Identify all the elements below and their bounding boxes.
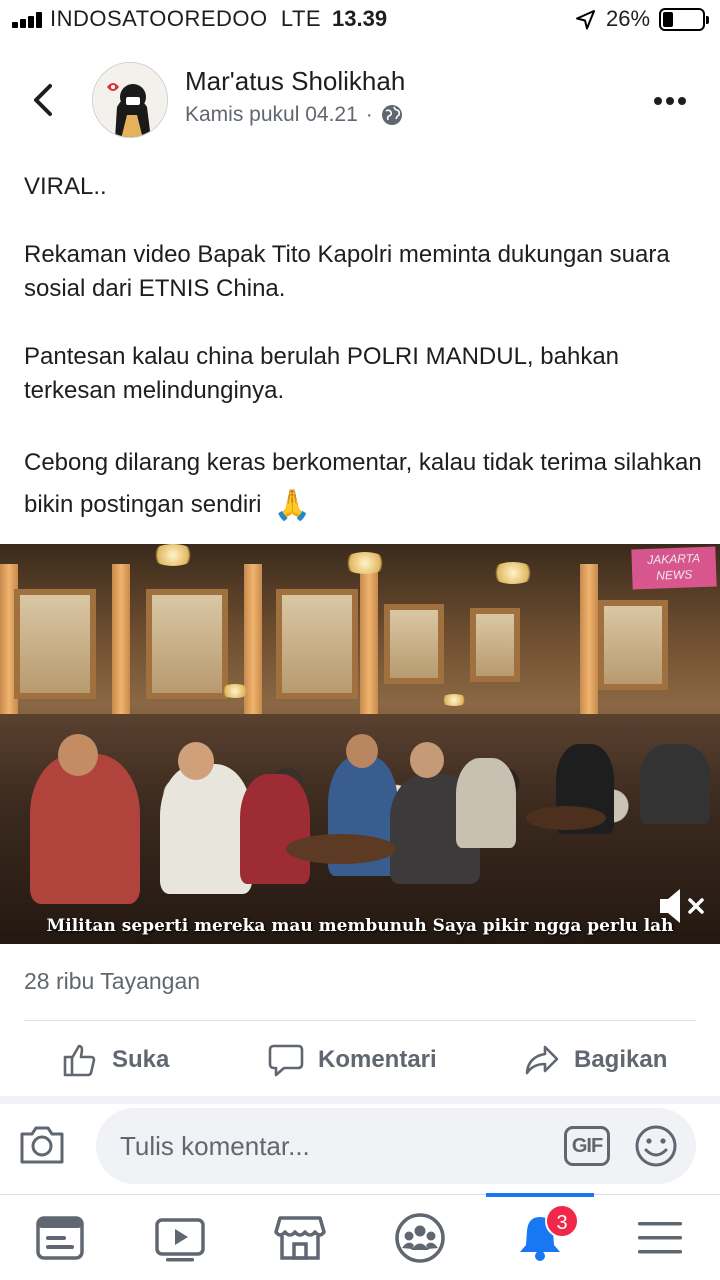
globe-icon xyxy=(381,105,402,125)
wall-panel xyxy=(276,589,358,699)
nav-divider xyxy=(0,1194,720,1195)
camera-icon[interactable] xyxy=(18,1122,66,1166)
pray-emoji: 🙏 xyxy=(273,488,311,522)
comment-input[interactable] xyxy=(120,1108,540,1184)
divider xyxy=(24,1020,696,1021)
location-arrow-icon xyxy=(576,10,595,30)
wall-panel xyxy=(598,600,668,690)
post-paragraph: Rekaman video Bapak Tito Kapolri meminta… xyxy=(24,241,670,302)
gif-button[interactable]: GIF xyxy=(564,1126,610,1166)
clock: 13.39 xyxy=(332,6,388,31)
carrier-name: INDOSATOOREDOO LTE xyxy=(50,6,322,31)
groups-icon[interactable] xyxy=(394,1212,446,1264)
smiley-icon[interactable] xyxy=(634,1124,678,1168)
view-count[interactable]: 28 ribu Tayangan xyxy=(24,968,200,995)
more-options-icon[interactable] xyxy=(654,92,694,106)
marketplace-icon[interactable] xyxy=(274,1212,326,1264)
post-meta: Kamis pukul 04.21 · xyxy=(185,103,403,127)
share-label: Bagikan xyxy=(574,1046,668,1073)
wall-panel xyxy=(14,589,96,699)
video-player[interactable]: JAKARTA NEWS Militan seperti mereka mau … xyxy=(0,544,720,944)
like-label: Suka xyxy=(112,1046,170,1073)
signal-icon xyxy=(12,12,48,28)
section-separator xyxy=(0,1096,720,1104)
watch-video-icon[interactable] xyxy=(154,1212,206,1264)
battery-icon xyxy=(659,8,709,31)
post-actions: Suka Komentari Bagikan xyxy=(0,1030,720,1090)
back-arrow-icon[interactable] xyxy=(26,80,62,120)
news-feed-icon[interactable] xyxy=(34,1212,86,1264)
like-button[interactable]: Suka xyxy=(62,1040,169,1080)
post-timestamp[interactable]: Kamis pukul 04.21 xyxy=(185,103,358,127)
comment-box: GIF xyxy=(96,1108,696,1184)
battery-percent: 26% xyxy=(606,6,651,31)
video-caption: Militan seperti mereka mau membunuh Saya… xyxy=(46,916,674,936)
post-paragraph: Pantesan kalau china berulah POLRI MANDU… xyxy=(24,343,620,404)
author-name[interactable]: Mar'atus Sholikhah xyxy=(185,66,405,97)
comment-button[interactable]: Komentari xyxy=(268,1040,437,1080)
share-button[interactable]: Bagikan xyxy=(524,1040,667,1080)
thumbs-up-icon xyxy=(63,1044,96,1077)
post-text: VIRAL.. Rekaman video Bapak Tito Kapolri… xyxy=(24,170,704,561)
wall-panel xyxy=(384,604,444,684)
video-watermark: JAKARTA NEWS xyxy=(631,546,717,590)
speech-bubble-icon xyxy=(268,1044,304,1077)
wall-panel xyxy=(470,608,520,682)
post-paragraph: Cebong dilarang keras berkomentar, kalau… xyxy=(24,442,704,527)
notification-badge: 3 xyxy=(545,1204,579,1238)
author-avatar[interactable] xyxy=(92,62,168,138)
share-arrow-icon xyxy=(525,1045,559,1075)
wall-panel xyxy=(146,589,228,699)
menu-hamburger-icon[interactable] xyxy=(634,1212,686,1264)
comment-label: Komentari xyxy=(318,1046,437,1073)
post-paragraph: VIRAL.. xyxy=(24,173,107,200)
nav-active-indicator xyxy=(486,1193,594,1197)
status-bar: INDOSATOOREDOO LTE 13.39 26% xyxy=(0,0,720,40)
meta-separator: · xyxy=(365,103,373,126)
